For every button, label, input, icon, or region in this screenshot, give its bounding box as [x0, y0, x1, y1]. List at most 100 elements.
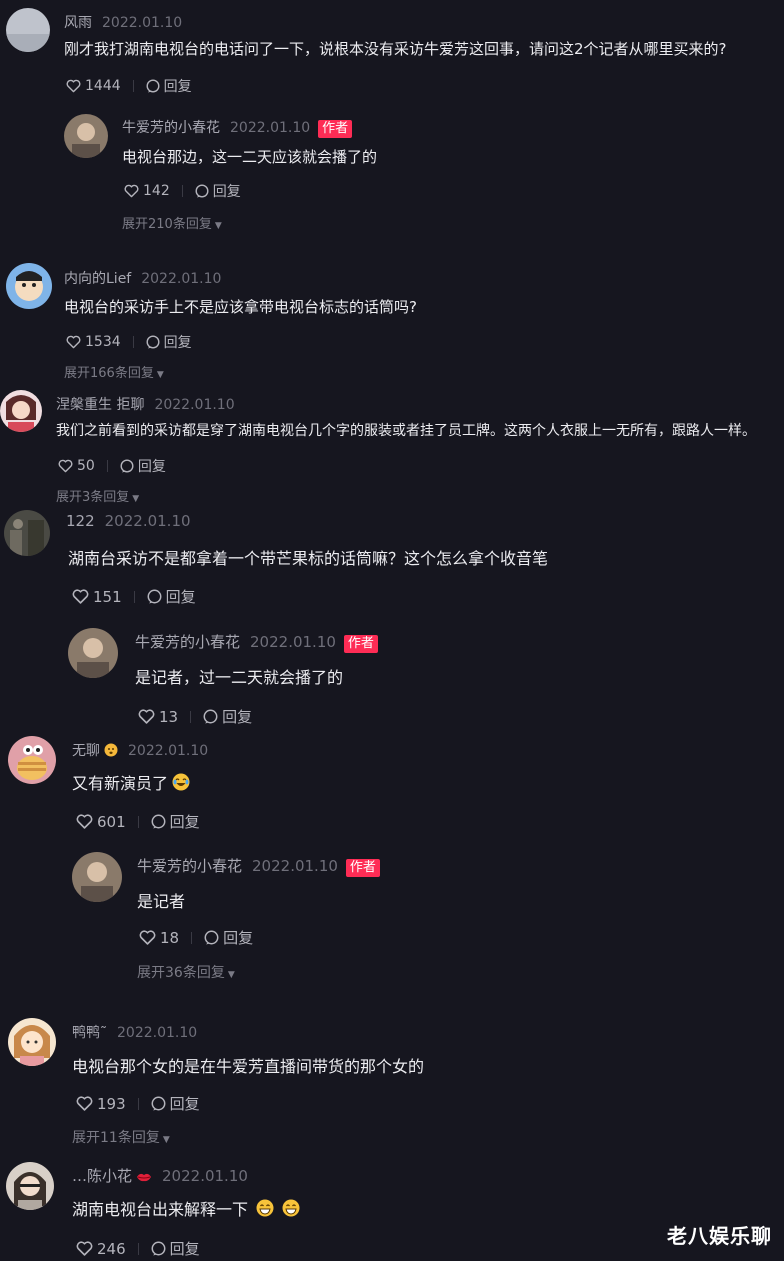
reply-label: 回复	[163, 335, 192, 351]
chevron-down-icon: ▼	[156, 370, 164, 380]
comment-icon	[151, 814, 166, 829]
heart-icon	[58, 459, 73, 473]
heart-icon	[76, 1241, 93, 1256]
comment-icon	[195, 184, 209, 198]
like-button[interactable]: 13	[138, 708, 178, 726]
heart-icon	[76, 814, 93, 829]
username[interactable]: 牛爱芳的小春花	[137, 857, 242, 875]
grinning-emoji-icon	[256, 1199, 274, 1221]
expand-replies-button[interactable]: 展开166条回复 ▼	[64, 362, 164, 381]
like-button[interactable]: 1444	[66, 78, 121, 94]
heart-icon	[72, 589, 89, 604]
expand-replies-button[interactable]: 展开3条回复 ▼	[56, 486, 139, 505]
comment-text: 又有新演员了	[72, 770, 190, 795]
like-button[interactable]: 1534	[66, 334, 121, 350]
username[interactable]: 无聊	[72, 743, 100, 759]
chevron-down-icon: ▼	[132, 494, 140, 504]
divider	[190, 710, 192, 723]
timestamp: 2022.01.10	[154, 397, 235, 413]
author-badge: 作者	[345, 859, 380, 877]
reply-label: 回复	[169, 1240, 200, 1258]
username[interactable]: 风雨	[64, 15, 92, 31]
username[interactable]: 牛爱芳的小春花	[135, 633, 240, 651]
reply-button[interactable]: 回复	[203, 706, 252, 727]
expand-replies-button[interactable]: 展开210条回复 ▼	[122, 213, 222, 232]
avatar[interactable]	[0, 390, 42, 432]
reply-button[interactable]: 回复	[146, 332, 192, 352]
reply-button[interactable]: 回复	[151, 1093, 200, 1114]
avatar[interactable]	[68, 628, 118, 678]
divider	[137, 815, 139, 828]
username[interactable]: 牛爱芳的小春花	[122, 120, 220, 136]
like-count: 246	[97, 1239, 126, 1258]
heart-icon	[124, 184, 139, 198]
username[interactable]: 涅槃重生 拒聊	[56, 397, 144, 413]
timestamp: 2022.01.10	[162, 1167, 248, 1185]
avatar[interactable]	[72, 852, 122, 902]
reply-button[interactable]: 回复	[151, 1238, 200, 1259]
chevron-down-icon: ▼	[162, 1135, 170, 1145]
avatar[interactable]	[6, 1162, 54, 1210]
reply-label: 回复	[163, 79, 192, 95]
grinning-emoji-icon	[282, 1199, 300, 1221]
like-button[interactable]: 246	[76, 1240, 126, 1258]
comment-icon	[151, 1096, 166, 1111]
like-button[interactable]: 151	[72, 588, 122, 606]
divider	[137, 1242, 139, 1255]
like-count: 13	[159, 707, 179, 726]
reply-button[interactable]: 回复	[204, 927, 253, 948]
reply-button[interactable]: 回复	[146, 76, 192, 96]
expand-replies-button[interactable]: 展开36条回复 ▼	[137, 962, 235, 982]
reply-label: 回复	[212, 184, 241, 200]
expand-replies-label: 展开210条回复	[122, 217, 212, 232]
timestamp: 2022.01.10	[117, 1025, 198, 1041]
divider	[132, 80, 134, 92]
timestamp: 2022.01.10	[128, 743, 209, 759]
divider	[181, 185, 183, 197]
comment-icon	[146, 79, 160, 93]
reply-button[interactable]: 回复	[151, 811, 200, 832]
lips-emoji-icon	[136, 1169, 152, 1187]
expand-replies-button[interactable]: 展开11条回复 ▼	[72, 1127, 170, 1147]
username[interactable]: 鸭鸭˜	[72, 1025, 107, 1041]
like-count: 601	[97, 812, 126, 831]
username[interactable]: …陈小花	[72, 1167, 132, 1185]
comment-icon	[147, 589, 162, 604]
divider	[137, 1097, 139, 1110]
avatar[interactable]	[8, 1018, 56, 1066]
like-button[interactable]: 193	[76, 1095, 126, 1113]
username[interactable]: 122	[66, 512, 95, 530]
comment-icon	[146, 335, 160, 349]
reply-button[interactable]: 回复	[120, 456, 166, 476]
reply-button[interactable]: 回复	[147, 586, 196, 607]
comment-text: 湖南台采访不是都拿着一个带芒果标的话筒嘛？这个怎么拿个收音笔	[68, 549, 549, 568]
expand-replies-label: 展开3条回复	[56, 490, 130, 505]
like-count: 1444	[85, 78, 121, 94]
avatar[interactable]	[4, 510, 50, 556]
emoji-icon	[104, 743, 118, 761]
divider	[106, 460, 108, 472]
like-button[interactable]: 50	[58, 458, 95, 474]
avatar[interactable]	[6, 8, 50, 52]
timestamp: 2022.01.10	[141, 271, 222, 287]
avatar[interactable]	[64, 114, 108, 158]
reply-label: 回复	[137, 459, 166, 475]
comment-text-content: 又有新演员了	[72, 774, 169, 793]
avatar[interactable]	[6, 263, 52, 309]
laughing-crying-emoji-icon	[172, 773, 190, 795]
timestamp: 2022.01.10	[230, 120, 311, 136]
like-button[interactable]: 601	[76, 813, 126, 831]
divider	[132, 336, 134, 348]
username[interactable]: 内向的Lief	[64, 271, 131, 287]
avatar[interactable]	[8, 736, 56, 784]
timestamp: 2022.01.10	[102, 15, 183, 31]
author-badge: 作者	[318, 120, 353, 138]
reply-label: 回复	[222, 708, 253, 726]
like-count: 142	[143, 183, 170, 199]
comment-text: 刚才我打湖南电视台的电话问了一下，说根本没有采访牛爱芳这回事，请问这2个记者从哪…	[64, 40, 727, 58]
reply-button[interactable]: 回复	[195, 181, 241, 201]
comment-text-content: 湖南电视台出来解释一下	[72, 1200, 249, 1219]
like-button[interactable]: 18	[139, 929, 179, 947]
heart-icon	[76, 1096, 93, 1111]
like-button[interactable]: 142	[124, 183, 170, 199]
